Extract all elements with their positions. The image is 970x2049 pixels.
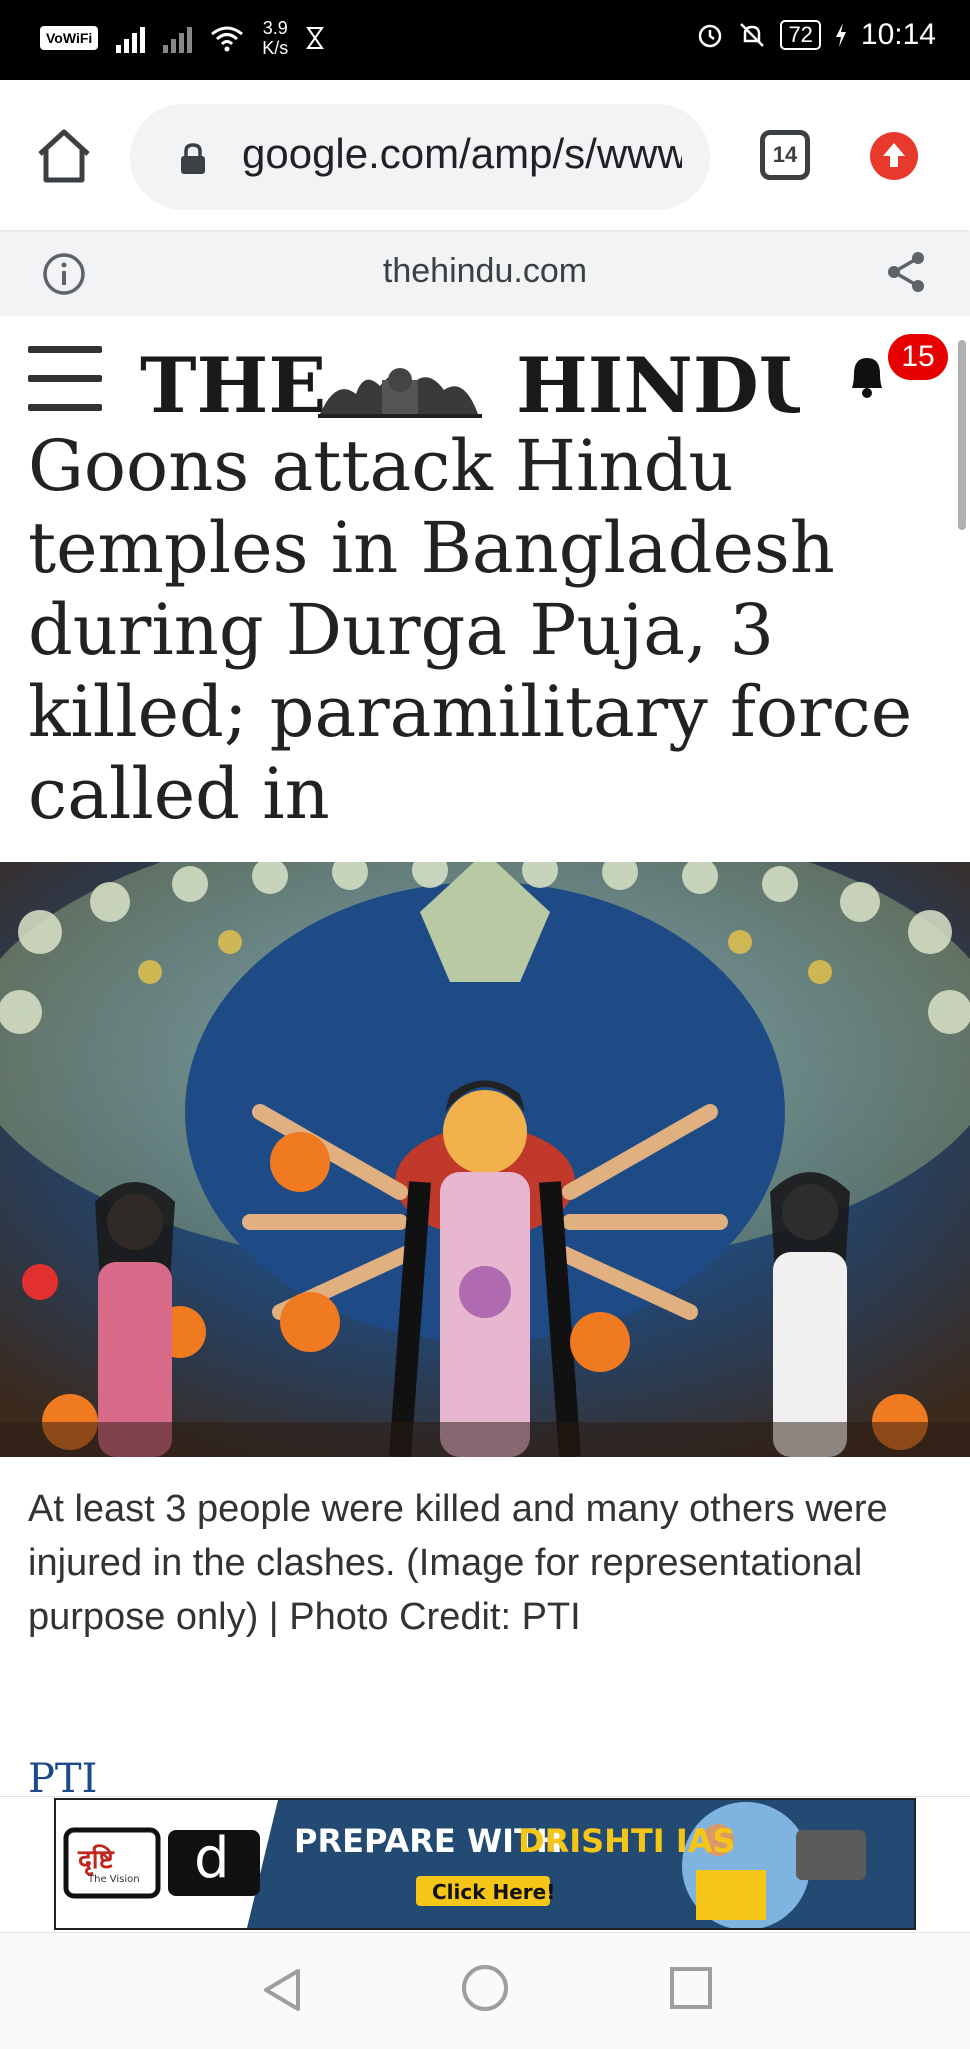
update-button[interactable] [870,132,918,180]
signal-icon-secondary [163,23,193,53]
ad-brand-letter: d [194,1826,230,1891]
ad-brand-hindi: दृष्टि [78,1845,114,1875]
share-icon[interactable] [882,248,930,296]
tab-switcher-button[interactable]: 14 [760,130,810,180]
article-headline: Goons attack Hindu temples in Bangladesh… [28,425,913,835]
hourglass-icon [306,27,325,49]
back-icon[interactable] [258,1965,308,2015]
image-caption: At least 3 people were killed and many o… [28,1488,888,1638]
url-text: google.com/amp/s/www.thehindu.com [242,130,682,177]
page-scrollbar[interactable] [958,340,966,530]
site-logo[interactable]: THE HINDU [140,338,800,428]
browser-toolbar: google.com/amp/s/www.thehindu.com 14 [0,80,970,230]
ad-banner[interactable]: दृष्टि The Vision d PREPARE WITH DRISHTI… [54,1798,916,1930]
update-icon [883,143,905,167]
ad-brand-sub: The Vision [88,1874,140,1885]
logo-text-left: THE [140,341,326,428]
bell-icon[interactable] [844,350,890,400]
charging-icon [835,23,846,47]
ad-graphic [56,1800,914,1928]
lock-icon [181,143,205,174]
vowifi-indicator: VoWiFi [40,26,99,50]
recents-icon[interactable] [670,1967,712,2009]
notification-badge: 15 [888,334,948,380]
article-hero-image [0,862,970,1457]
clock: 10:14 [860,18,936,51]
home-circle-icon[interactable] [462,1965,508,2011]
logo-emblem [318,368,482,418]
battery-indicator: 72 [780,20,821,50]
hamburger-icon[interactable] [28,346,102,412]
status-bar: VoWiFi 3.9 K/s 72 10:14 [0,0,970,80]
mute-icon [740,23,765,47]
system-nav-bar [0,1932,970,2049]
network-speed: 3.9 K/s [262,18,289,58]
signal-icon [116,23,146,53]
address-bar[interactable]: google.com/amp/s/www.thehindu.com [130,104,710,210]
home-icon[interactable] [32,124,96,188]
domain-label: thehindu.com [382,252,588,290]
amp-domain-bar: thehindu.com [0,232,970,316]
ad-headline-part2: DRISHTI IAS [518,1822,736,1860]
logo-text-right: HINDU [516,341,800,428]
ad-cta-button[interactable]: Click Here! [432,1880,555,1904]
wifi-icon [211,26,244,52]
alarm-icon [699,24,722,48]
